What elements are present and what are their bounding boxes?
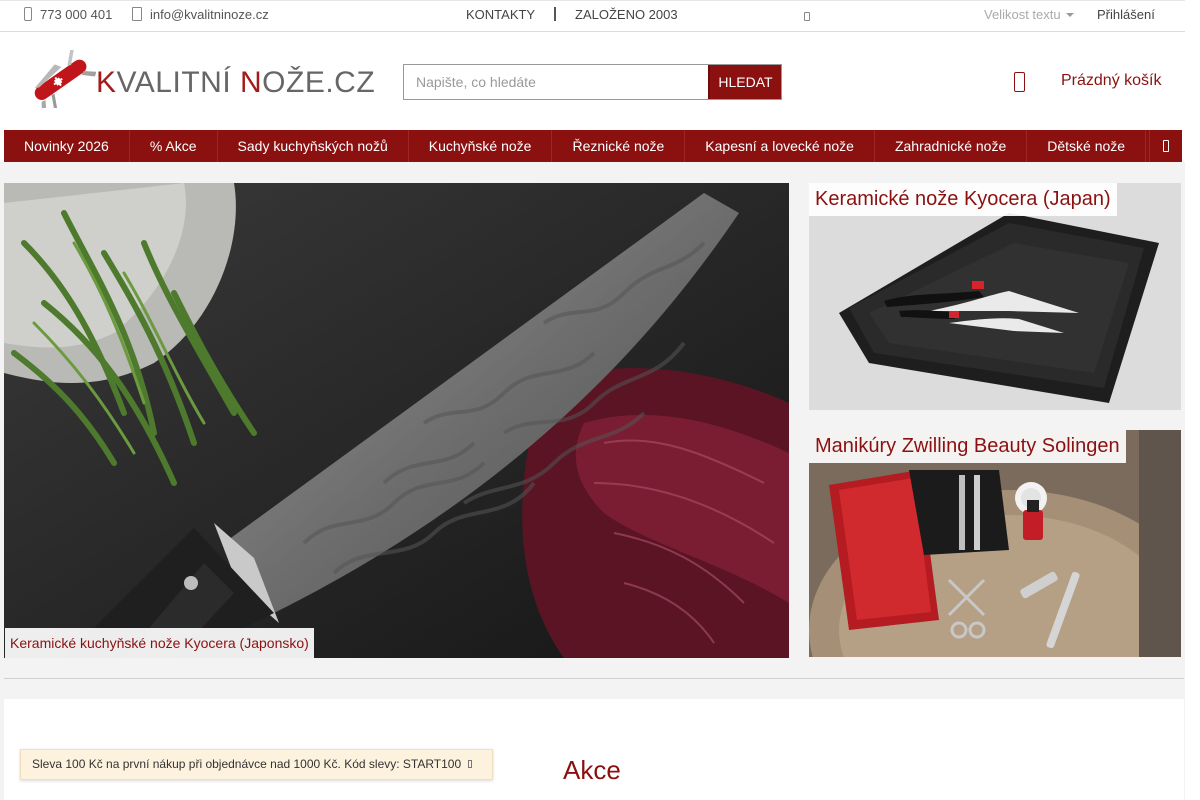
search-input[interactable]	[404, 65, 709, 99]
small-icon[interactable]	[804, 12, 810, 21]
chevron-down-icon	[1065, 13, 1074, 17]
close-icon[interactable]	[468, 760, 473, 768]
promo-text: Sleva 100 Kč na první nákup při objednáv…	[32, 757, 462, 771]
login-link[interactable]: Přihlášení	[1097, 1, 1155, 31]
section-title-akce: Akce	[563, 755, 621, 785]
section-divider	[4, 678, 1184, 679]
menu-more-button[interactable]	[1149, 130, 1182, 162]
nav-separator	[554, 7, 556, 21]
kyocera-banner-caption[interactable]: Keramické nože Kyocera (Japan)	[809, 183, 1117, 216]
manicure-set-image	[809, 430, 1181, 657]
logo-text: KVALITNÍ NOŽE.CZ	[96, 66, 376, 99]
menu-item-sady[interactable]: Sady kuchyňských nožů	[218, 130, 409, 162]
menu-item-akce[interactable]: % Akce	[130, 130, 218, 162]
main-banner-caption[interactable]: Keramické kuchyňské nože Kyocera (Japons…	[5, 628, 314, 658]
font-size-dropdown[interactable]: Velikost textu	[984, 1, 1074, 31]
mail-icon	[132, 7, 142, 21]
phone-contact[interactable]: 773 000 401	[24, 1, 112, 31]
search-button[interactable]: HLEDAT	[708, 65, 781, 99]
cart-icon[interactable]	[1014, 72, 1025, 92]
header: KVALITNÍ NOŽE.CZ HLEDAT Prázdný košík	[0, 32, 1185, 130]
kyocera-banner[interactable]: Keramické nože Kyocera (Japan)	[809, 183, 1181, 410]
phone-number: 773 000 401	[40, 7, 113, 22]
kyocera-box-image	[809, 183, 1181, 410]
email-address: info@kvalitninoze.cz	[150, 7, 269, 22]
phone-icon	[24, 7, 32, 21]
main-banner[interactable]: Keramické kuchyňské nože Kyocera (Japons…	[4, 183, 789, 658]
menu-more-icon	[1163, 140, 1169, 152]
menu-item-novinky[interactable]: Novinky 2026	[4, 130, 130, 162]
zwilling-banner-caption[interactable]: Manikúry Zwilling Beauty Solingen	[809, 430, 1126, 463]
menu-item-kuchynske[interactable]: Kuchyňské nože	[409, 130, 553, 162]
contacts-link[interactable]: KONTAKTY	[466, 1, 535, 31]
email-contact[interactable]: info@kvalitninoze.cz	[132, 1, 269, 31]
search-form: HLEDAT	[403, 64, 782, 100]
zwilling-banner[interactable]: Manikúry Zwilling Beauty Solingen	[809, 430, 1181, 657]
top-bar: 773 000 401 info@kvalitninoze.cz KONTAKT…	[0, 0, 1185, 32]
founded-label: ZALOŽENO 2003	[575, 7, 678, 22]
menu-item-zahradnicke[interactable]: Zahradnické nože	[875, 130, 1028, 162]
menu-item-reznicke[interactable]: Řeznické nože	[552, 130, 686, 162]
menu-item-kapesni[interactable]: Kapesní a lovecké nože	[685, 130, 875, 162]
swiss-knife-logo-icon	[34, 50, 96, 108]
knife-banner-image	[4, 183, 789, 658]
promo-notice: Sleva 100 Kč na první nákup při objednáv…	[20, 749, 493, 780]
menu-item-detske[interactable]: Dětské nože	[1027, 130, 1147, 162]
logo[interactable]: KVALITNÍ NOŽE.CZ	[24, 50, 375, 110]
cart-link[interactable]: Prázdný košík	[1061, 72, 1161, 90]
font-size-label: Velikost textu	[984, 7, 1061, 22]
main-menu: Novinky 2026 % Akce Sady kuchyňských nož…	[4, 130, 1182, 162]
